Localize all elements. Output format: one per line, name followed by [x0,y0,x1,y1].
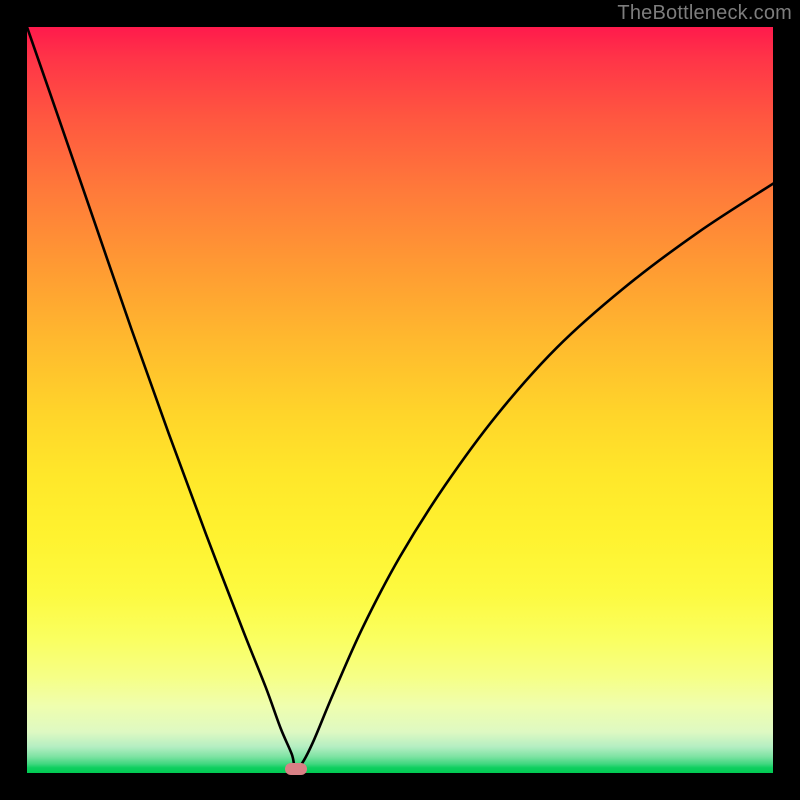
chart-container: TheBottleneck.com [0,0,800,800]
curve-svg [27,27,773,773]
bottleneck-curve-path [27,27,773,770]
plot-area [27,27,773,773]
watermark-text: TheBottleneck.com [617,2,792,25]
optimal-point-marker [285,763,307,775]
